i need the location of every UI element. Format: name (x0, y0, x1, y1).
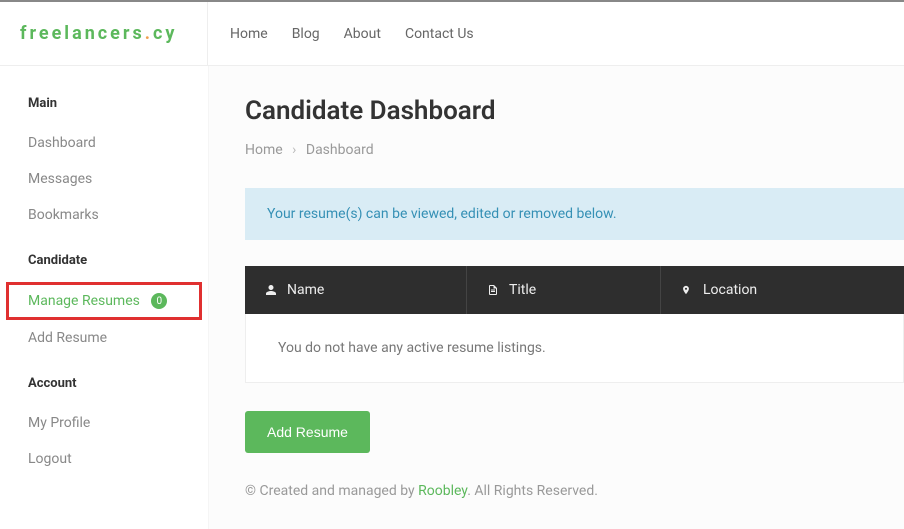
body-wrap: Main Dashboard Messages Bookmarks Candid… (0, 66, 904, 529)
sidebar-item-my-profile[interactable]: My Profile (0, 405, 208, 441)
sidebar-heading-main: Main (0, 96, 208, 111)
nav-home[interactable]: Home (230, 26, 268, 42)
sidebar-heading-account: Account (0, 376, 208, 391)
th-location-label: Location (703, 282, 757, 298)
logo-container: freelancers.cy (0, 2, 208, 65)
sidebar-item-manage-resumes[interactable]: Manage Resumes 0 (6, 282, 202, 320)
header: freelancers.cy Home Blog About Contact U… (0, 0, 904, 66)
logo[interactable]: freelancers.cy (20, 23, 177, 44)
table-header: Name Title Location (245, 266, 904, 314)
logo-dot: . (145, 23, 153, 44)
th-title-label: Title (509, 282, 536, 298)
info-banner: Your resume(s) can be viewed, edited or … (245, 188, 904, 240)
sidebar-item-dashboard[interactable]: Dashboard (0, 125, 208, 161)
top-nav: Home Blog About Contact Us (208, 2, 474, 65)
add-resume-button[interactable]: Add Resume (245, 411, 370, 453)
nav-contact[interactable]: Contact Us (405, 26, 474, 42)
breadcrumb-current: Dashboard (306, 142, 374, 158)
nav-about[interactable]: About (344, 26, 381, 42)
th-name: Name (245, 266, 467, 314)
sidebar-heading-candidate: Candidate (0, 253, 208, 268)
sidebar-item-label: Manage Resumes (28, 293, 140, 309)
file-icon (487, 284, 499, 296)
user-icon (265, 284, 277, 296)
breadcrumb-separator: › (292, 142, 296, 158)
resumes-count-badge: 0 (151, 293, 167, 309)
sidebar: Main Dashboard Messages Bookmarks Candid… (0, 66, 208, 529)
footer-link-roobley[interactable]: Roobley (418, 483, 467, 499)
table-empty-row: You do not have any active resume listin… (245, 314, 904, 383)
sidebar-item-messages[interactable]: Messages (0, 161, 208, 197)
footer: © Created and managed by Roobley. All Ri… (245, 483, 904, 499)
breadcrumb: Home › Dashboard (245, 142, 904, 158)
nav-blog[interactable]: Blog (292, 26, 320, 42)
logo-word1: freelancers (20, 23, 145, 44)
footer-suffix: . All Rights Reserved. (467, 483, 598, 499)
th-title: Title (467, 266, 661, 314)
sidebar-item-add-resume[interactable]: Add Resume (0, 320, 208, 356)
th-location: Location (661, 266, 904, 314)
th-name-label: Name (287, 282, 324, 298)
sidebar-item-logout[interactable]: Logout (0, 441, 208, 477)
location-pin-icon (681, 283, 693, 297)
breadcrumb-home[interactable]: Home (245, 142, 283, 158)
page-title: Candidate Dashboard (245, 96, 904, 126)
sidebar-item-bookmarks[interactable]: Bookmarks (0, 197, 208, 233)
main-content: Candidate Dashboard Home › Dashboard You… (208, 66, 904, 529)
footer-prefix: © Created and managed by (245, 483, 418, 499)
logo-word2: cy (153, 23, 177, 44)
